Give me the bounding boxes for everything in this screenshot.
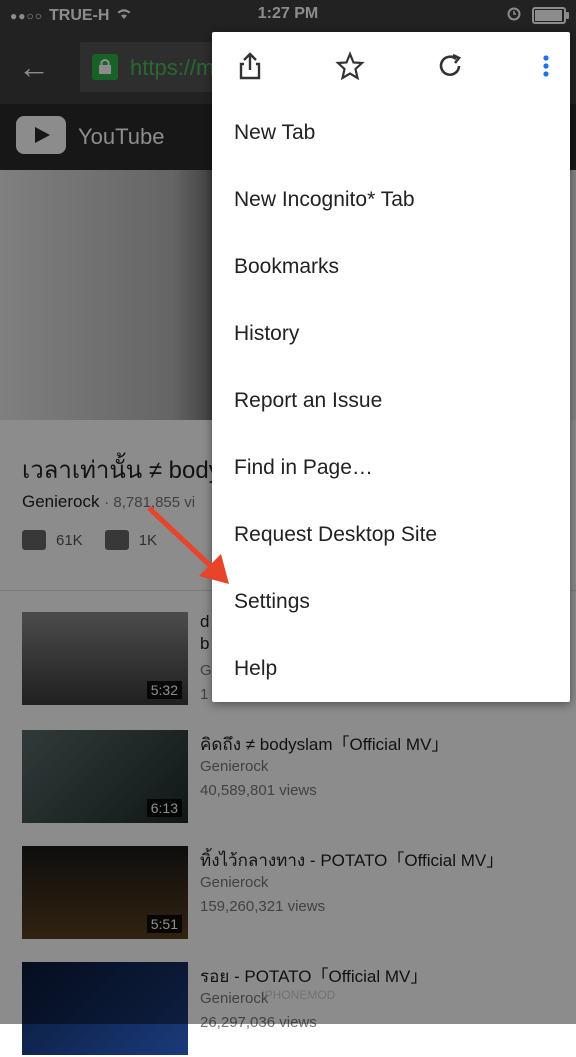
menu-item-request-desktop-site[interactable]: Request Desktop Site <box>234 515 554 555</box>
share-icon[interactable] <box>234 50 266 82</box>
annotation-arrow-icon <box>147 506 229 584</box>
menu-item-find-in-page[interactable]: Find in Page… <box>234 448 554 488</box>
menu-item-new-incognito-tab[interactable]: New Incognito* Tab <box>234 180 554 220</box>
more-vert-icon[interactable] <box>530 50 562 82</box>
menu-item-settings[interactable]: Settings <box>234 582 554 622</box>
menu-item-report-issue[interactable]: Report an Issue <box>234 381 554 421</box>
menu-icon-row <box>212 32 570 100</box>
star-icon[interactable] <box>334 50 366 82</box>
menu-item-help[interactable]: Help <box>234 649 554 689</box>
overflow-menu: New Tab New Incognito* Tab Bookmarks His… <box>212 32 570 702</box>
menu-item-history[interactable]: History <box>234 314 554 354</box>
menu-item-new-tab[interactable]: New Tab <box>234 113 554 153</box>
reload-icon[interactable] <box>434 50 466 82</box>
menu-item-bookmarks[interactable]: Bookmarks <box>234 247 554 287</box>
